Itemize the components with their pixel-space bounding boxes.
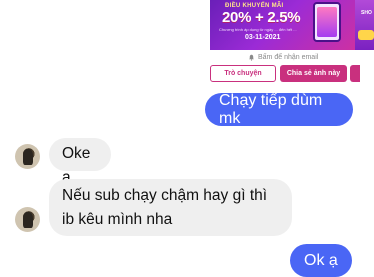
bell-icon <box>249 54 254 61</box>
message-text: Nếu sub chạy chậm hay gì thì ib kêu mình… <box>62 187 268 228</box>
email-hint-row[interactable]: Bấm để nhận email <box>248 54 318 61</box>
message-text: Chạy tiếp dùm mk <box>219 91 323 127</box>
next-button-edge[interactable] <box>350 65 360 82</box>
message-bubble-outgoing[interactable]: Ok ạ <box>290 244 352 277</box>
message-bubble-incoming[interactable]: Nếu sub chạy chậm hay gì thì ib kêu mình… <box>49 179 292 236</box>
promo-headline: 20% + 2.5% <box>222 9 301 26</box>
promo-fine-print: Chương trình áp dụng từ ngày ... đến hết… <box>219 27 297 32</box>
share-photo-button[interactable]: Chia sẻ ảnh này <box>280 65 347 82</box>
promo-side-tag <box>358 30 374 40</box>
email-hint-label: Bấm để nhận email <box>258 54 319 61</box>
phone-screen-graphic <box>317 7 337 37</box>
avatar[interactable] <box>15 207 40 232</box>
avatar[interactable] <box>15 144 40 169</box>
chat-button[interactable]: Trò chuyện <box>210 65 276 82</box>
message-bubble-incoming[interactable]: Oke ạ <box>49 138 111 186</box>
message-text: Ok ạ <box>304 252 338 269</box>
promo-side-text: SHO <box>361 10 372 16</box>
promo-date: 03-11-2021 <box>245 34 281 41</box>
promo-side-panel <box>355 0 374 50</box>
message-bubble-outgoing[interactable]: Chạy tiếp dùm mk <box>205 91 353 127</box>
